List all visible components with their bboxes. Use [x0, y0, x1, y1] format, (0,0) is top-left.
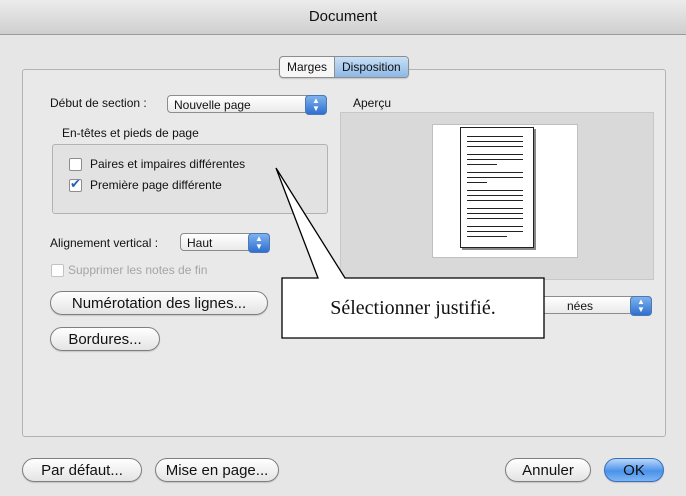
callout-text: Sélectionner justifié. — [330, 297, 496, 319]
cancel-button[interactable]: Annuler — [505, 458, 591, 482]
default-button[interactable]: Par défaut... — [22, 458, 142, 482]
callout-bubble — [275, 167, 545, 339]
page-setup-button[interactable]: Mise en page... — [155, 458, 279, 482]
ok-button[interactable]: OK — [604, 458, 664, 482]
